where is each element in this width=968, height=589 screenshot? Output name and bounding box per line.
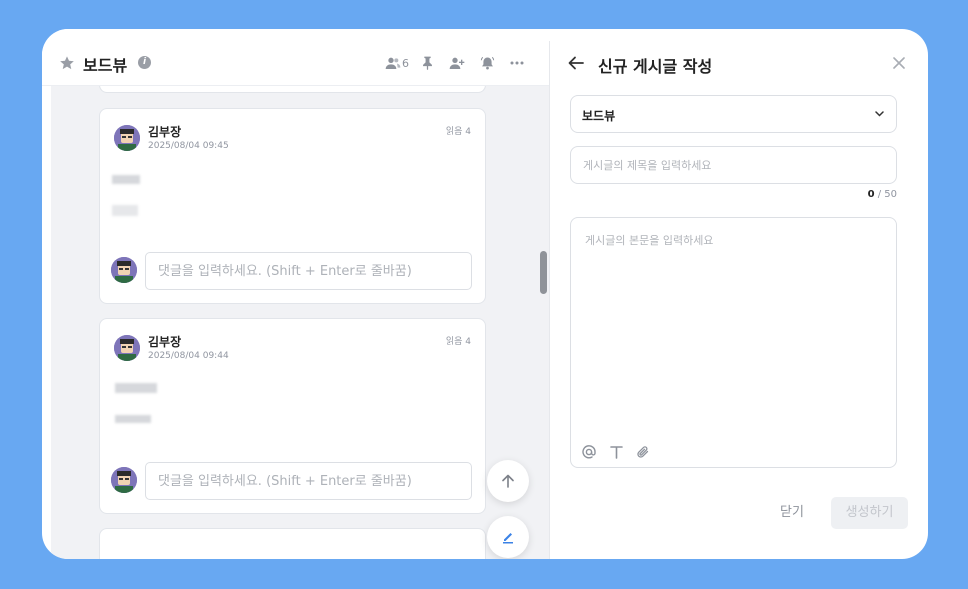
read-count[interactable]: 읽음 4 xyxy=(446,334,471,347)
star-icon[interactable] xyxy=(59,55,75,71)
board-header: 보드뷰 i 6 xyxy=(42,29,549,86)
text-format-button[interactable] xyxy=(608,444,624,460)
scroll-top-button[interactable] xyxy=(487,460,529,502)
create-button[interactable]: 생성하기 xyxy=(831,497,908,529)
post-content-line xyxy=(115,383,157,393)
pin-icon xyxy=(422,56,432,70)
feed-scrollbar[interactable] xyxy=(540,251,547,294)
bell-icon xyxy=(480,56,494,70)
notification-button[interactable] xyxy=(475,53,499,73)
post-body-textarea[interactable]: 게시글의 본문을 입력하세요 xyxy=(570,217,897,468)
pin-button[interactable] xyxy=(415,53,439,73)
title-count-max: / 50 xyxy=(874,189,897,200)
post-timestamp: 2025/08/04 09:44 xyxy=(148,351,229,361)
member-count: 6 xyxy=(402,56,409,70)
panel-title: 신규 게시글 작성 xyxy=(598,57,713,76)
board-title: 보드뷰 xyxy=(83,56,128,75)
post-content-line xyxy=(112,205,138,216)
board-panel: 보드뷰 i 6 김부장 2025/08/04 09:45 읽음 4 댓글을 입력… xyxy=(42,29,549,559)
invite-button[interactable] xyxy=(445,53,469,73)
post-body-placeholder: 게시글의 본문을 입력하세요 xyxy=(585,234,714,247)
comment-input[interactable] xyxy=(145,462,472,500)
post-timestamp: 2025/08/04 09:45 xyxy=(148,141,229,151)
pencil-icon xyxy=(503,533,513,544)
comment-input[interactable] xyxy=(145,252,472,290)
post-author: 김부장 xyxy=(148,125,182,139)
mention-button[interactable] xyxy=(581,444,597,460)
post-card xyxy=(99,86,486,93)
arrow-up-icon xyxy=(502,474,514,488)
commenter-avatar xyxy=(111,257,137,283)
text-icon xyxy=(609,446,623,459)
cancel-button[interactable]: 닫기 xyxy=(772,497,812,529)
chevron-down-icon xyxy=(875,111,884,117)
board-select[interactable]: 보드뷰 xyxy=(570,95,897,133)
read-count[interactable]: 읽음 4 xyxy=(446,124,471,137)
post-card xyxy=(99,528,486,559)
members-icon xyxy=(385,57,401,69)
post-card: 김부장 2025/08/04 09:44 읽음 4 xyxy=(99,318,486,514)
board-toolbar: 6 xyxy=(379,53,529,73)
author-avatar[interactable] xyxy=(114,125,140,151)
info-icon[interactable]: i xyxy=(138,56,151,69)
write-post-button[interactable] xyxy=(487,516,529,558)
attach-button[interactable] xyxy=(635,444,651,460)
title-count-current: 0 xyxy=(867,189,875,200)
app-window: 보드뷰 i 6 김부장 2025/08/04 09:45 읽음 4 댓글을 입력… xyxy=(42,29,928,559)
new-post-panel: 신규 게시글 작성 보드뷰 0 / 50 게시글의 본문을 입력하세요 닫기 생… xyxy=(550,29,928,559)
at-sign-icon xyxy=(582,445,596,459)
board-select-value: 보드뷰 xyxy=(582,109,616,123)
post-author: 김부장 xyxy=(148,335,182,349)
post-content-line xyxy=(112,175,140,184)
paperclip-icon xyxy=(637,446,649,458)
post-content-line xyxy=(115,415,151,423)
post-card: 김부장 2025/08/04 09:45 읽음 4 xyxy=(99,108,486,304)
commenter-avatar xyxy=(111,467,137,493)
post-feed[interactable]: 김부장 2025/08/04 09:45 읽음 4 김부장 2025/08/04… xyxy=(51,86,549,559)
close-icon[interactable] xyxy=(893,57,905,69)
post-title-input[interactable] xyxy=(570,146,897,184)
title-char-count: 0 / 50 xyxy=(868,189,897,200)
back-arrow-icon[interactable] xyxy=(568,56,584,70)
more-icon xyxy=(510,61,524,65)
members-button[interactable]: 6 xyxy=(385,53,409,73)
add-user-icon xyxy=(449,57,465,69)
more-button[interactable] xyxy=(505,53,529,73)
author-avatar[interactable] xyxy=(114,335,140,361)
